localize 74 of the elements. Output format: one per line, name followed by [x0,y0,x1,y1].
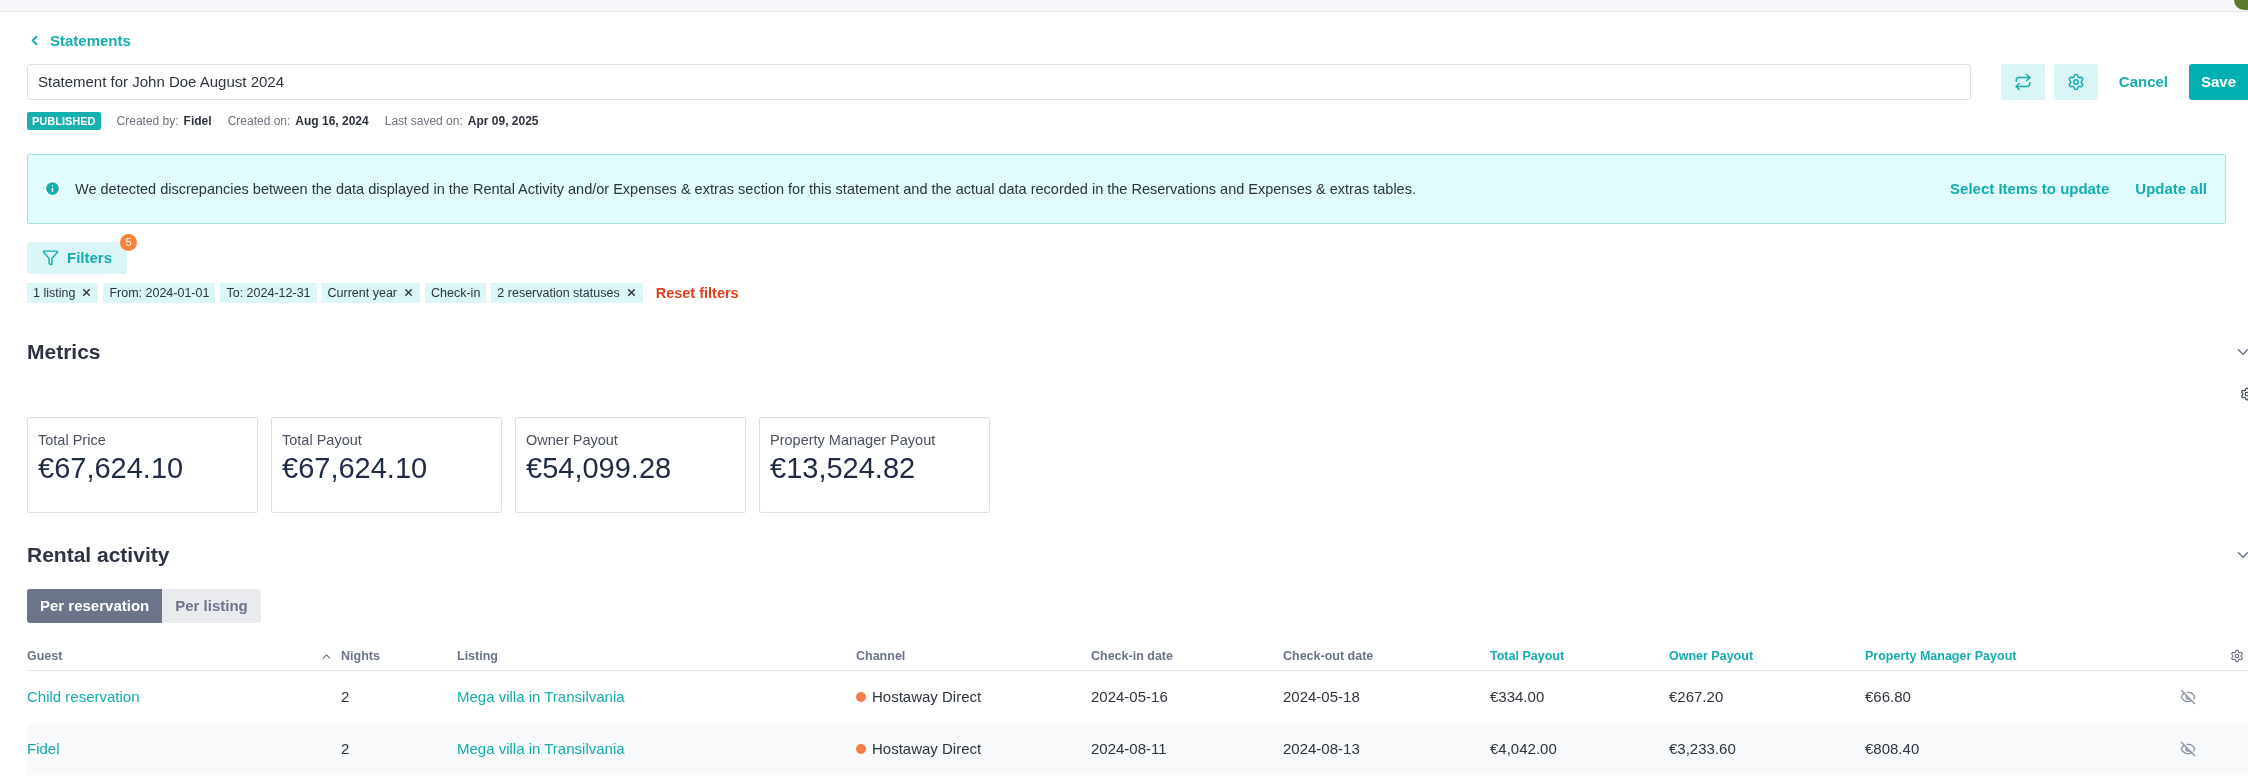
column-header[interactable]: Property Manager Payout [1865,649,2017,663]
settings-icon [2066,72,2085,91]
column-header[interactable]: Listing [457,649,498,663]
metric-value: €54,099.28 [526,451,673,485]
alert-message: We detected discrepancies between the data displayed in the Rental Activity and/or Expenses & extras section for this statement and the actual data recorded in the Reservations and Expenses & extras tables. [75,180,1417,197]
table-cell: 2 [341,688,350,705]
meta-label: Last saved on: [384,113,463,128]
table-cell: 2024-05-16 [1091,688,1168,705]
view-tab[interactable]: Per listing [162,588,261,623]
meta-label: Created by: [116,113,179,128]
alert-link[interactable]: Update all [2135,180,2207,197]
guest-link[interactable]: Fidel [27,740,60,757]
listing-link[interactable]: Mega villa in Transilvania [457,740,625,757]
avatar[interactable] [2234,0,2248,10]
alert-link[interactable]: Select Items to update [1950,180,2110,197]
filters-button[interactable]: Filters [27,241,127,274]
table-cell: 2024-08-13 [1283,740,1360,757]
status-badge: PUBLISHED [27,111,101,130]
metric-label: Total Price [38,431,107,448]
table-cell: 2024-08-11 [1091,740,1167,757]
filter-chip: Check-in [425,282,487,303]
column-header[interactable]: Guest [27,649,63,663]
metric-value: €13,524.82 [770,451,917,485]
column-header[interactable]: Total Payout [1490,649,1565,663]
column-header[interactable]: Check-in date [1091,649,1173,663]
filter-chip: 2 reservation statuses [491,282,643,303]
close-icon[interactable] [81,287,93,298]
listing-link[interactable]: Mega villa in Transilvania [457,688,625,705]
back-link[interactable]: Statements [27,30,131,50]
section-title: Rental activity [27,542,170,567]
meta-label: Created on: [227,113,291,128]
column-header[interactable]: Check-out date [1283,649,1374,663]
guest-link[interactable]: Child reservation [27,688,140,705]
view-tab[interactable]: Per reservation [27,588,163,623]
table-cell: €66.80 [1865,688,1911,705]
filter-count-badge: 5 [120,233,137,251]
column-header[interactable]: Nights [341,649,380,663]
info-icon [44,180,61,197]
column-header[interactable]: Owner Payout [1669,649,1754,663]
table-cell: €334.00 [1490,688,1545,705]
metric-value: €67,624.10 [38,451,185,485]
filter-icon [42,249,59,266]
close-icon[interactable] [625,287,637,298]
column-header[interactable]: Channel [856,649,906,663]
table-cell: €808.40 [1865,740,1920,757]
table-cell: Hostaway Direct [872,688,982,705]
metric-label: Total Payout [282,431,363,448]
eye-off-icon[interactable] [2180,740,2196,757]
meta-value: Aug 16, 2024 [295,113,369,128]
table-cell: 2 [341,740,350,757]
filter-chip: Current year [321,282,421,303]
meta-value: Fidel [183,113,212,128]
meta-value: Apr 09, 2025 [467,113,539,128]
table-cell: 2024-05-18 [1283,688,1360,705]
reset-filters-link[interactable]: Reset filters [655,284,739,301]
filter-chip: 1 listing [27,282,99,303]
table-cell: Hostaway Direct [872,740,982,757]
close-icon[interactable] [403,287,415,298]
table-cell: €267.20 [1669,688,1724,705]
filter-chip: To: 2024-12-31 [220,282,317,303]
save-button[interactable]: Save [2189,63,2248,100]
title-field[interactable]: Statement for John Doe August 2024 [27,63,1971,100]
filter-chip: From: 2024-01-01 [103,282,216,303]
cancel-button[interactable]: Cancel [2106,63,2180,100]
sync-button[interactable] [2000,63,2045,100]
metric-value: €67,624.10 [282,451,429,485]
settings-button[interactable] [2053,63,2098,100]
section-title: Metrics [27,339,101,364]
sync-icon [2013,72,2032,91]
table-cell: €3,233.60 [1669,740,1736,757]
metric-label: Property Manager Payout [770,431,937,448]
metric-label: Owner Payout [526,431,619,448]
eye-off-icon[interactable] [2180,688,2196,705]
table-cell: €4,042.00 [1490,740,1557,757]
